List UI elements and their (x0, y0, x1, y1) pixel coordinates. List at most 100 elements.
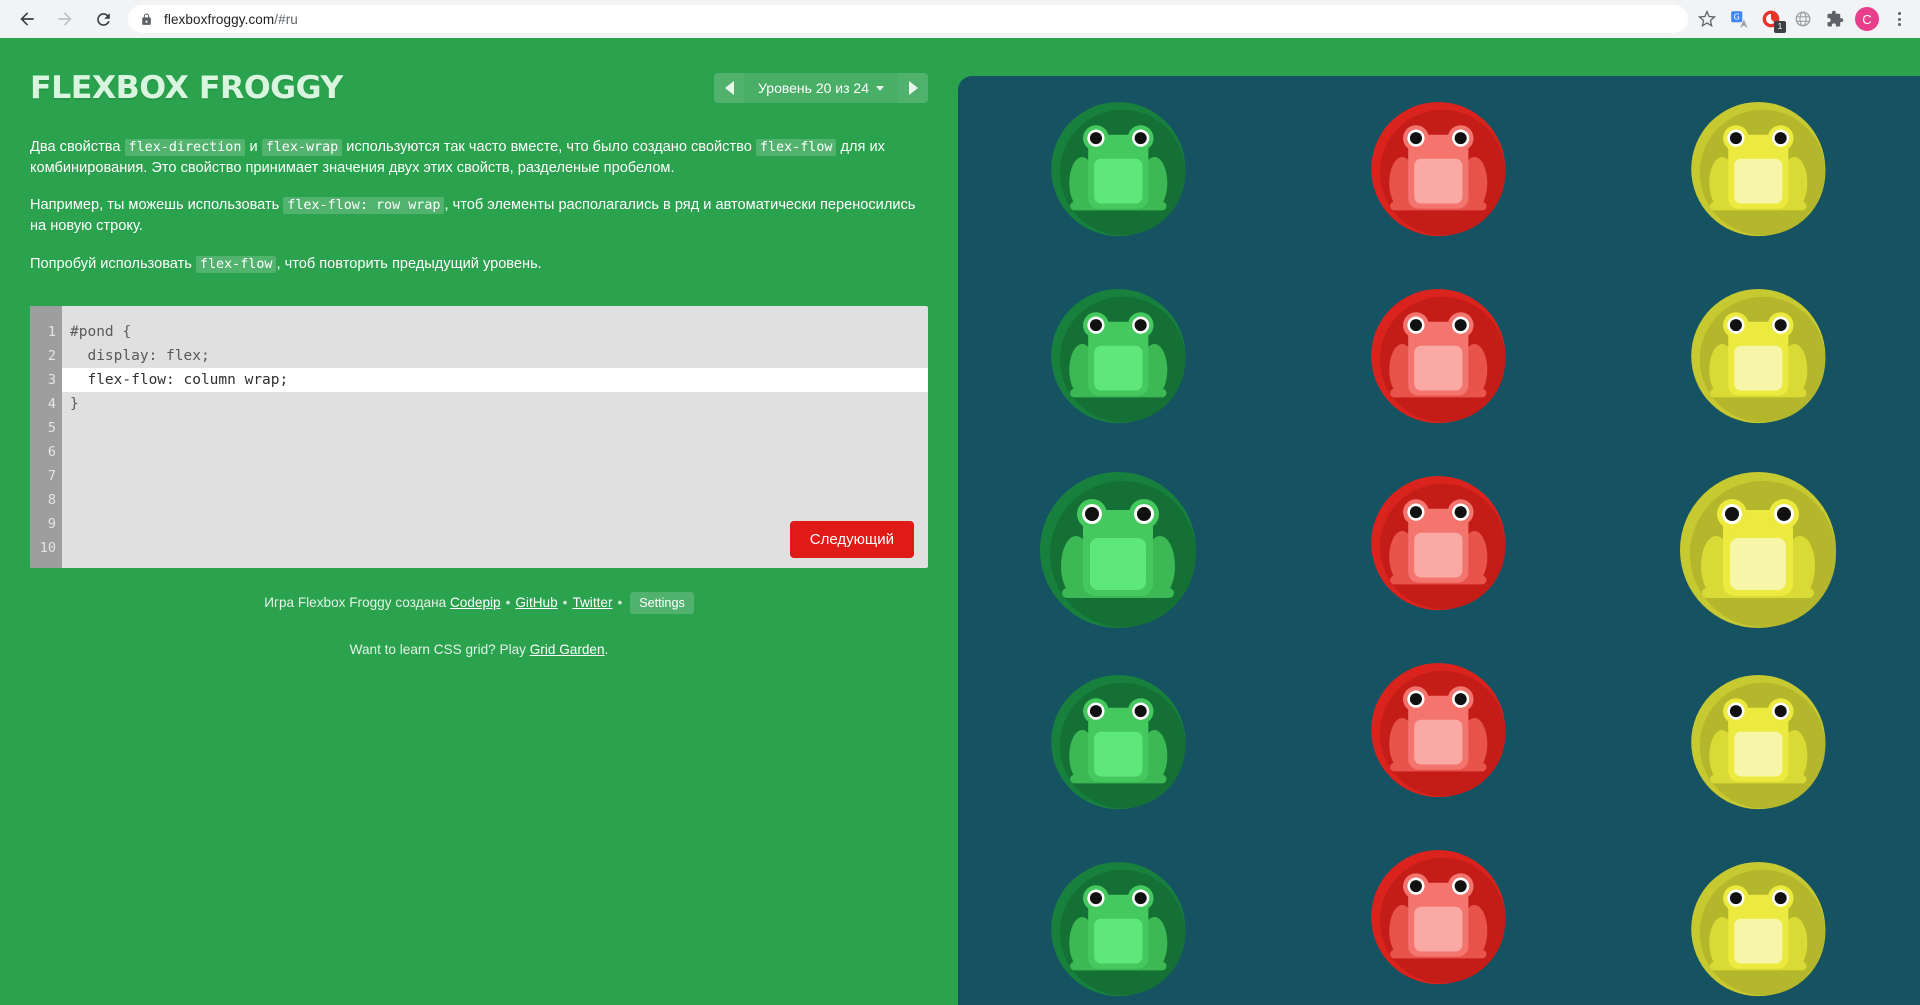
code-line[interactable]: #pond { (62, 320, 928, 344)
frog-pupil-right (1134, 319, 1147, 332)
separator-dot: • (505, 594, 511, 610)
code-editor[interactable]: 1 2 3 4 5 6 7 8 9 10 #pond { display: flex; flex-… (30, 305, 928, 568)
lock-icon (140, 13, 153, 26)
link-twitter[interactable]: Twitter (572, 595, 612, 610)
frog-belly (1733, 732, 1783, 777)
code-line[interactable] (62, 488, 928, 512)
url-fragment: /#ru (274, 11, 298, 27)
frog-graphic (1370, 663, 1506, 798)
frog-graphic (1690, 675, 1826, 810)
line-number: 6 (47, 443, 56, 460)
frog-graphic (1690, 862, 1826, 997)
line-number: 9 (47, 515, 56, 532)
address-bar[interactable]: flexboxfroggy.com/#ru (128, 5, 1688, 33)
code-flex-flow-1: flex-flow (755, 139, 837, 156)
frog-pupil-right (1454, 880, 1467, 893)
frog-pupil-left (1409, 319, 1422, 332)
reload-button[interactable] (86, 2, 120, 36)
frog-pupil-left (1089, 892, 1102, 905)
grid-garden-suffix: . (604, 641, 609, 657)
chevron-down-icon (876, 85, 884, 91)
code-line[interactable] (62, 440, 928, 464)
frog-pupil-left (1409, 132, 1422, 145)
frog-pupil-left (1729, 705, 1742, 718)
link-grid-garden[interactable]: Grid Garden (530, 642, 605, 657)
line-number-gutter: 1 2 3 4 5 6 7 8 9 10 (30, 305, 62, 568)
code-line[interactable]: display: flex; (62, 344, 928, 368)
frog-pupil-left (1729, 319, 1742, 332)
extensions-button[interactable] (1820, 4, 1850, 34)
frog-pupil-right (1774, 892, 1787, 905)
frog-belly (1093, 346, 1143, 391)
globe-button[interactable] (1788, 4, 1818, 34)
frog-belly (1093, 919, 1143, 964)
frog-graphic (1690, 289, 1826, 424)
frog-graphic (1370, 850, 1506, 985)
frog-pupil-right (1774, 132, 1787, 145)
page-title: FLEXBOX FROGGY (30, 70, 343, 106)
frog-belly (1413, 346, 1463, 391)
frog-graphic (1050, 862, 1186, 997)
frog-green-4 (958, 649, 1278, 836)
line-number: 8 (47, 491, 56, 508)
frog-pupil-right (1134, 892, 1147, 905)
instruction-paragraph-1: Два свойства flex-direction и flex-wrap … (30, 139, 885, 176)
level-selector: Уровень 20 из 24 (714, 73, 928, 103)
frog-pupil-left (1089, 319, 1102, 332)
code-flex-wrap: flex-wrap (261, 139, 343, 156)
grid-garden-text: Want to learn CSS grid? Play (349, 641, 530, 657)
frog-graphic (1050, 102, 1186, 237)
back-arrow-icon (20, 12, 34, 26)
kebab-menu-icon (1897, 12, 1901, 26)
frog-red-4 (1278, 637, 1598, 824)
google-translate-button[interactable]: G (1724, 4, 1754, 34)
footer: Игра Flexbox Froggy создана Codepip • GitH… (30, 591, 928, 657)
next-level-button[interactable] (898, 73, 928, 103)
frog-belly (1413, 533, 1463, 578)
profile-avatar-button[interactable]: C (1852, 4, 1882, 34)
code-line[interactable] (62, 416, 928, 440)
frog-pupil-left (1729, 892, 1742, 905)
line-number: 3 (47, 371, 56, 388)
extensions-puzzle-icon (1827, 10, 1844, 27)
next-level-arrow-icon (908, 81, 918, 95)
bookmark-star-button[interactable] (1692, 4, 1722, 34)
link-codepip[interactable]: Codepip (450, 595, 501, 610)
frog-belly (1090, 537, 1146, 590)
browser-menu-button[interactable] (1884, 4, 1914, 34)
next-button[interactable]: Следующий (789, 520, 914, 558)
toolbar-icons: G 1 C (1692, 4, 1914, 34)
google-translate-icon: G (1730, 10, 1747, 27)
frog-red-2 (1278, 263, 1598, 450)
instruction-paragraph-2: Например, ты можешь использовать flex-fl… (30, 197, 916, 235)
code-line[interactable] (62, 464, 928, 488)
line-number: 10 (39, 539, 56, 556)
frog-graphic (1040, 471, 1196, 628)
star-icon (1698, 10, 1716, 28)
frog-pupil-right (1134, 132, 1147, 145)
level-dropdown[interactable]: Уровень 20 из 24 (744, 73, 898, 103)
frog-yellow-3 (1598, 450, 1918, 649)
previous-level-button[interactable] (714, 73, 745, 103)
forward-button[interactable] (48, 2, 82, 36)
frog-pupil-left (1729, 132, 1742, 145)
frog-graphic (1370, 289, 1506, 424)
back-button[interactable] (10, 2, 44, 36)
frog-belly (1093, 732, 1143, 777)
avatar: C (1855, 7, 1879, 31)
frog-green-1 (958, 76, 1278, 263)
separator-dot: • (617, 594, 623, 610)
page-header: FLEXBOX FROGGY Уровень 20 из 24 (30, 66, 928, 110)
link-github[interactable]: GitHub (515, 595, 557, 610)
extension-badge-button[interactable]: 1 (1756, 4, 1786, 34)
frog-graphic (1050, 289, 1186, 424)
frog-yellow-2 (1598, 263, 1918, 450)
frog-pupil-right (1137, 506, 1151, 521)
page-body: FLEXBOX FROGGY Уровень 20 из 24 Два свой… (0, 38, 1920, 1005)
frog-red-3 (1278, 450, 1598, 637)
frog-pupil-left (1409, 693, 1422, 706)
code-line-active[interactable]: flex-flow: column wrap; (62, 367, 928, 392)
settings-button[interactable]: Settings (630, 591, 694, 614)
code-line[interactable]: } (62, 392, 928, 416)
frog-belly (1733, 159, 1783, 204)
